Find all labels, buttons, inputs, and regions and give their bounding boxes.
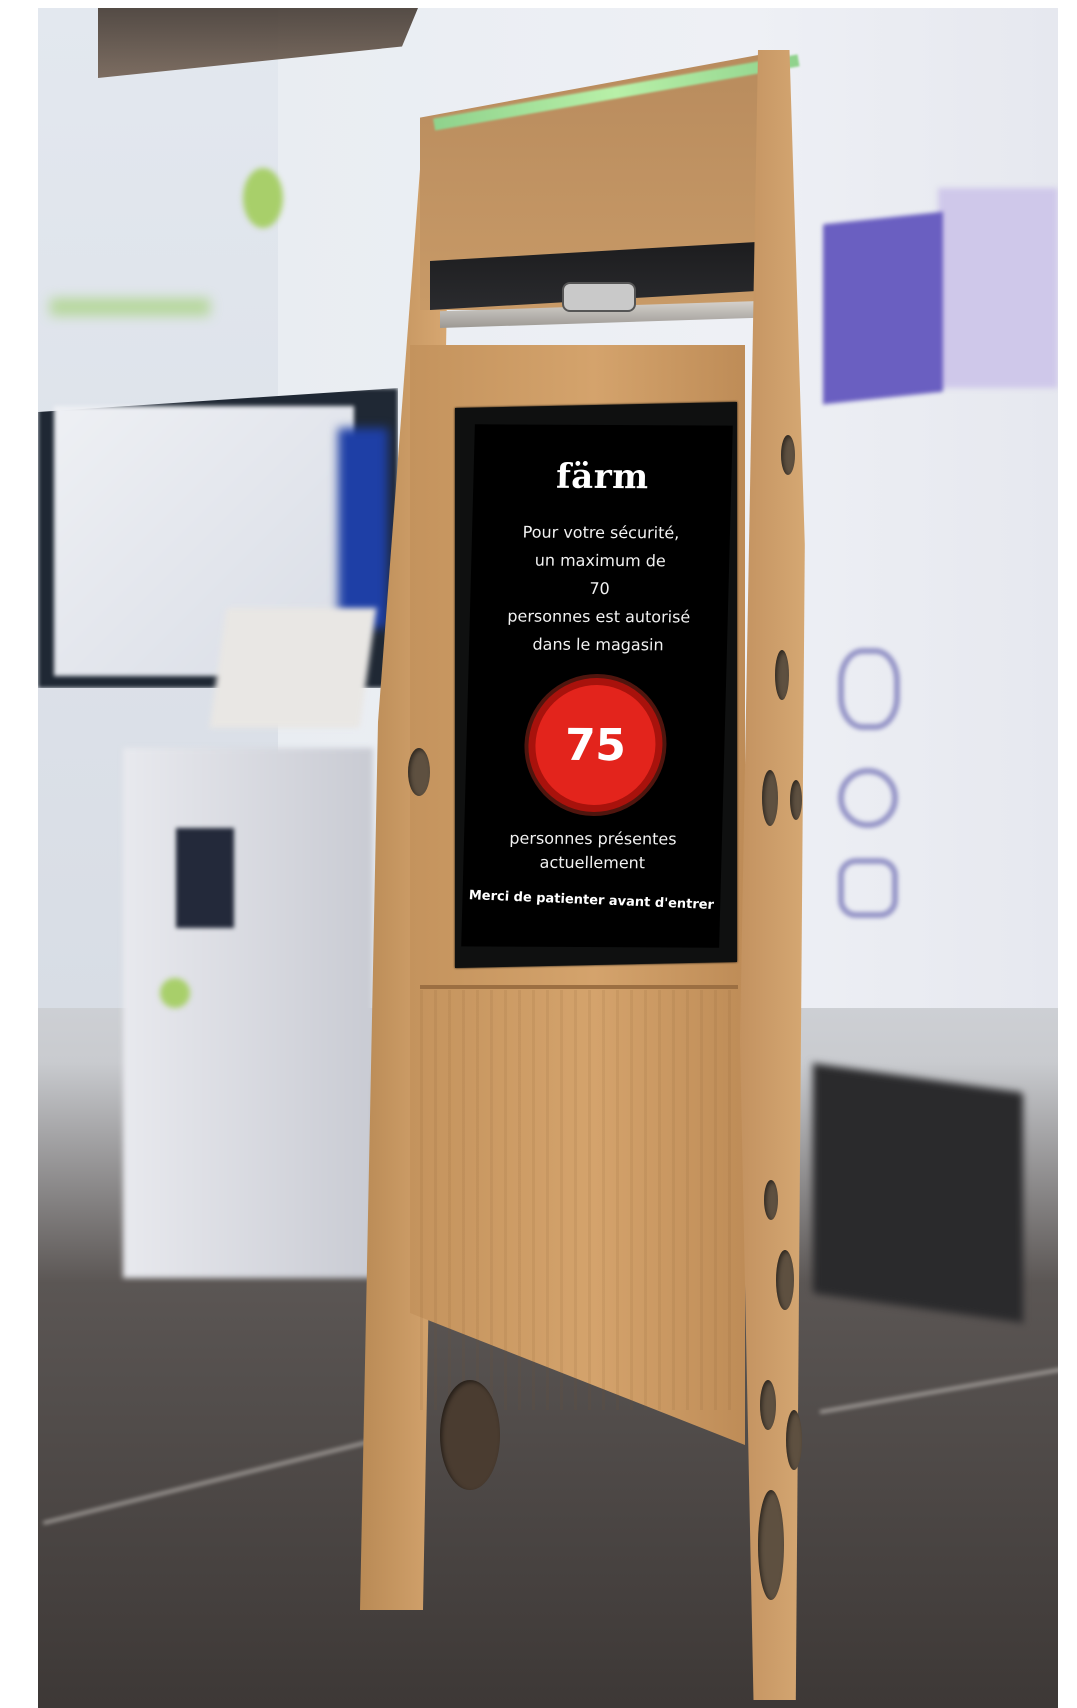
blurred-kiosk-logo <box>160 978 190 1008</box>
present-label: personnes présentes actuellement <box>477 826 708 875</box>
blurred-circle-icon <box>838 768 898 828</box>
wood-grain <box>420 990 740 1410</box>
side-hole <box>758 1490 784 1600</box>
max-capacity-value: 70 <box>589 578 610 599</box>
background-tv-glow <box>338 428 388 628</box>
panel-divider <box>420 985 738 989</box>
floor-seam <box>819 1365 1058 1414</box>
message-line: un maximum de <box>534 550 667 571</box>
camera-icon <box>562 282 636 312</box>
background-kiosk-window <box>176 828 234 928</box>
side-hole <box>764 1180 778 1220</box>
blurred-phone-icon <box>838 858 898 918</box>
background-white-kiosk <box>123 748 373 1278</box>
side-hole <box>760 1380 776 1430</box>
capacity-message: Pour votre sécurité, un maximum de 70 pe… <box>487 518 713 659</box>
side-hole <box>762 770 778 826</box>
side-hole <box>775 650 789 700</box>
stand-foot-cutout <box>440 1380 500 1490</box>
background-purple-panel <box>823 211 943 405</box>
side-hole <box>786 1410 802 1470</box>
present-line: actuellement <box>539 852 646 873</box>
background-kiosk-display <box>209 608 377 728</box>
message-line: Pour votre sécurité, <box>522 522 680 543</box>
brand-logo: färm <box>555 456 650 498</box>
handle-hole <box>408 748 430 796</box>
present-line: personnes présentes <box>509 828 677 849</box>
current-count-value: 75 <box>564 719 627 771</box>
message-line: personnes est autorisé <box>507 606 691 627</box>
background-banner <box>938 188 1058 388</box>
message-line: dans le magasin <box>532 634 664 655</box>
occupancy-display: färm Pour votre sécurité, un maximum de … <box>461 424 733 948</box>
side-hole <box>790 780 802 820</box>
blurred-logo-mark <box>243 168 283 228</box>
wait-notice: Merci de patienter avant d'entrer <box>468 888 715 913</box>
side-hole <box>776 1250 794 1310</box>
occupancy-counter-badge: 75 <box>533 684 658 806</box>
floor-seam <box>42 1434 394 1525</box>
blurred-green-sign <box>50 298 210 316</box>
background-black-case <box>813 1063 1023 1323</box>
blurred-person-icon <box>838 648 900 730</box>
side-hole <box>781 435 795 475</box>
